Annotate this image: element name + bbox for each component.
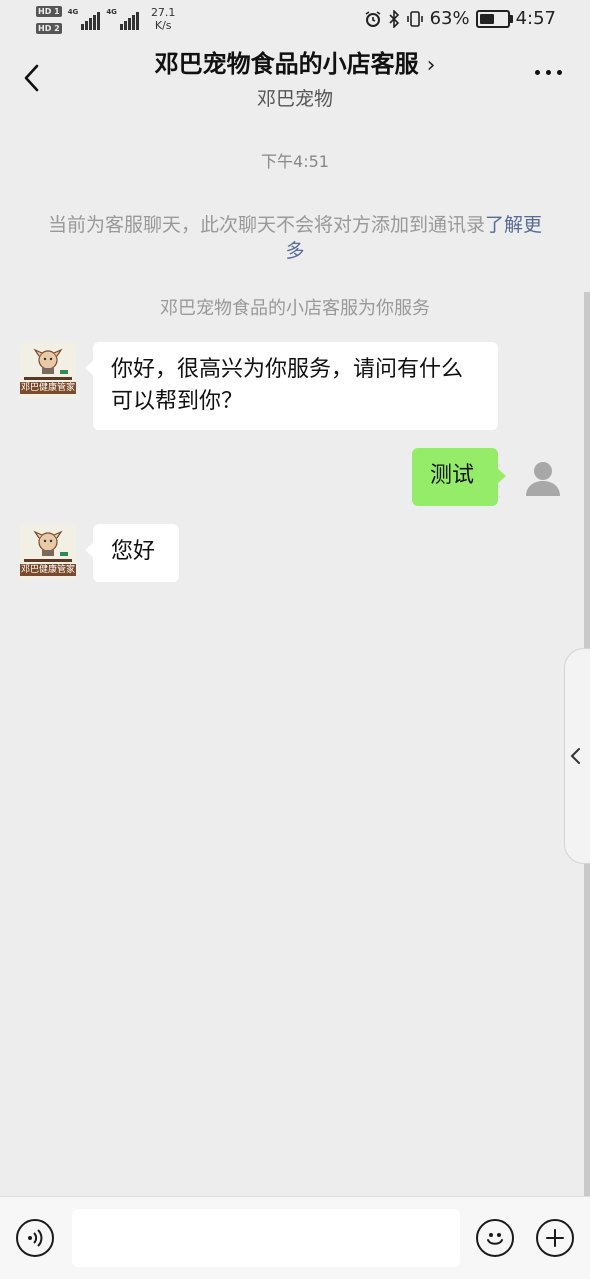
chat-title-text: 邓巴宠物食品的小店客服 [154,50,419,78]
signal-icon-1: 4G [68,8,101,30]
chevron-right-icon: › [426,53,436,78]
signal-icon-2: 4G [106,8,139,30]
hd-badge-1: HD 1 [36,6,62,17]
input-bar [0,1196,590,1279]
plus-button[interactable] [536,1219,574,1257]
status-left: HD 1 HD 2 4G 4G 27.1 K/s [36,6,175,34]
network-type-2: 4G [106,8,117,16]
bluetooth-icon [388,9,399,28]
hd-badge-2: HD 2 [36,23,62,34]
shop-avatar[interactable]: 邓巴健康管家 [20,342,76,398]
received-message-bubble-2[interactable]: 您好 [85,524,179,582]
person-icon [526,462,560,496]
system-notice: 当前为客服聊天，此次聊天不会将对方添加到通讯录了解更多 [40,212,550,264]
service-notice: 邓巴宠物食品的小店客服为你服务 [160,298,430,319]
received-message-bubble[interactable]: 你好，很高兴为你服务，请问有什么可以帮到你？ [85,342,498,430]
plus-icon [546,1229,564,1247]
message-input[interactable] [72,1209,460,1267]
clock: 4:57 [515,8,556,29]
voice-icon [28,1229,43,1247]
battery-percent: 63% [429,8,470,29]
vibrate-icon [406,10,423,27]
network-speed: 27.1 K/s [151,6,176,32]
chevron-left-icon [570,748,580,764]
shop-avatar-badge-2: 邓巴健康管家 [20,564,76,576]
alarm-icon [365,10,381,27]
voice-button[interactable] [16,1219,54,1257]
emoji-icon [487,1233,503,1245]
status-bar: HD 1 HD 2 4G 4G 27.1 K/s 63% 4:57 [0,0,590,42]
network-type-1: 4G [67,8,79,16]
shop-avatar-2[interactable]: 邓巴健康管家 [20,524,76,580]
more-dots-icon [535,70,540,75]
chat-subtitle: 邓巴宠物 [256,88,333,110]
speed-value: 27.1 [150,6,176,19]
side-drawer-handle[interactable] [564,648,590,864]
chat-title[interactable]: 邓巴宠物食品的小店客服 › [0,44,590,79]
shop-avatar-badge: 邓巴健康管家 [20,382,76,394]
sent-message-bubble[interactable]: 测试 [412,448,506,506]
battery-icon [475,9,513,28]
message-timestamp: 下午4:51 [261,152,329,171]
status-right: 63% 4:57 [364,8,556,29]
chat-header: 邓巴宠物食品的小店客服 › 邓巴宠物 [0,42,590,112]
speed-unit: K/s [154,19,172,32]
more-button[interactable] [535,70,562,75]
emoji-button[interactable] [476,1219,514,1257]
user-avatar[interactable] [524,458,562,496]
notice-text: 当前为客服聊天，此次聊天不会将对方添加到通讯录 [47,214,485,236]
